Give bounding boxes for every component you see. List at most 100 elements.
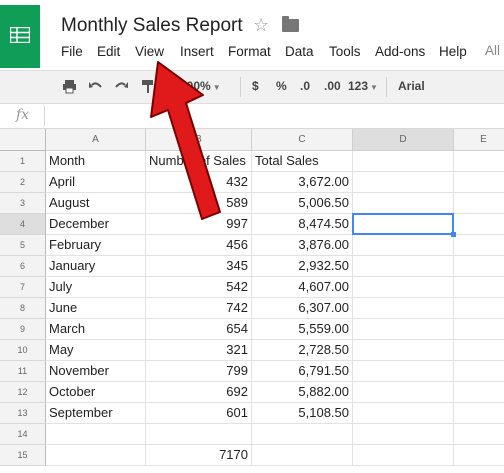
cell-d7[interactable]: [353, 277, 454, 298]
cell-b3[interactable]: 589: [146, 193, 252, 214]
redo-icon[interactable]: [114, 79, 129, 94]
cell-c1[interactable]: Total Sales: [252, 151, 353, 172]
cell-b7[interactable]: 542: [146, 277, 252, 298]
row-header-4[interactable]: 4: [0, 214, 46, 235]
cell-a11[interactable]: November: [46, 361, 146, 382]
row-header-7[interactable]: 7: [0, 277, 46, 298]
column-header-c[interactable]: C: [252, 129, 353, 151]
paint-format-icon[interactable]: [140, 79, 155, 94]
cell-e1[interactable]: [454, 151, 504, 172]
menu-data[interactable]: Data: [284, 43, 315, 61]
font-select[interactable]: Arial: [398, 79, 425, 93]
zoom-select[interactable]: 100% ▼: [180, 79, 221, 95]
cell-d6[interactable]: [353, 256, 454, 277]
cell-b6[interactable]: 345: [146, 256, 252, 277]
cell-b5[interactable]: 456: [146, 235, 252, 256]
row-header-6[interactable]: 6: [0, 256, 46, 277]
row-header-10[interactable]: 10: [0, 340, 46, 361]
menu-edit[interactable]: Edit: [96, 43, 121, 61]
menu-format[interactable]: Format: [227, 43, 272, 61]
fill-handle[interactable]: [451, 232, 456, 237]
menu-help[interactable]: Help: [438, 43, 468, 61]
cell-d10[interactable]: [353, 340, 454, 361]
cell-b1[interactable]: Number of Sales: [146, 151, 252, 172]
cell-c6[interactable]: 2,932.50: [252, 256, 353, 277]
cell-c5[interactable]: 3,876.00: [252, 235, 353, 256]
cell-c15[interactable]: [252, 445, 353, 466]
cell-a13[interactable]: September: [46, 403, 146, 424]
cell-a2[interactable]: April: [46, 172, 146, 193]
row-header-13[interactable]: 13: [0, 403, 46, 424]
row-header-8[interactable]: 8: [0, 298, 46, 319]
cell-e7[interactable]: [454, 277, 504, 298]
cell-e4[interactable]: [454, 214, 504, 235]
cell-d15[interactable]: [353, 445, 454, 466]
menu-addons[interactable]: Add-ons: [374, 43, 426, 61]
row-header-12[interactable]: 12: [0, 382, 46, 403]
select-all-corner[interactable]: [0, 129, 46, 151]
column-header-a[interactable]: A: [46, 129, 146, 151]
cell-c12[interactable]: 5,882.00: [252, 382, 353, 403]
cell-d3[interactable]: [353, 193, 454, 214]
cell-e15[interactable]: [454, 445, 504, 466]
cell-e12[interactable]: [454, 382, 504, 403]
cell-a12[interactable]: October: [46, 382, 146, 403]
column-header-b[interactable]: B: [146, 129, 252, 151]
cell-a15[interactable]: [46, 445, 146, 466]
cell-c4[interactable]: 8,474.50: [252, 214, 353, 235]
cell-e10[interactable]: [454, 340, 504, 361]
menu-insert[interactable]: Insert: [179, 43, 215, 61]
cell-d14[interactable]: [353, 424, 454, 445]
increase-decimal-button[interactable]: .00: [324, 79, 341, 93]
row-header-5[interactable]: 5: [0, 235, 46, 256]
cell-d11[interactable]: [353, 361, 454, 382]
cell-e5[interactable]: [454, 235, 504, 256]
menu-file[interactable]: File: [60, 43, 84, 61]
cell-d8[interactable]: [353, 298, 454, 319]
cell-b8[interactable]: 742: [146, 298, 252, 319]
cell-c3[interactable]: 5,006.50: [252, 193, 353, 214]
cell-e11[interactable]: [454, 361, 504, 382]
cell-c7[interactable]: 4,607.00: [252, 277, 353, 298]
cell-a1[interactable]: Month: [46, 151, 146, 172]
menu-view[interactable]: View: [134, 43, 165, 61]
menu-tools[interactable]: Tools: [328, 43, 362, 61]
folder-icon[interactable]: [282, 16, 299, 32]
row-header-11[interactable]: 11: [0, 361, 46, 382]
column-header-d[interactable]: D: [353, 129, 454, 151]
star-icon[interactable]: ☆: [253, 15, 269, 35]
row-header-1[interactable]: 1: [0, 151, 46, 172]
cell-b13[interactable]: 601: [146, 403, 252, 424]
decrease-decimal-button[interactable]: .0: [300, 79, 310, 93]
cell-a9[interactable]: March: [46, 319, 146, 340]
cell-e9[interactable]: [454, 319, 504, 340]
cell-d5[interactable]: [353, 235, 454, 256]
cell-b14[interactable]: [146, 424, 252, 445]
cell-c2[interactable]: 3,672.00: [252, 172, 353, 193]
more-formats-button[interactable]: 123 ▼: [348, 79, 378, 95]
cell-b15[interactable]: 7170: [146, 445, 252, 466]
cell-b4[interactable]: 997: [146, 214, 252, 235]
cell-a3[interactable]: August: [46, 193, 146, 214]
cell-d13[interactable]: [353, 403, 454, 424]
percent-button[interactable]: %: [276, 79, 287, 93]
cell-b10[interactable]: 321: [146, 340, 252, 361]
cell-d12[interactable]: [353, 382, 454, 403]
sheets-logo[interactable]: [0, 5, 40, 68]
cell-e13[interactable]: [454, 403, 504, 424]
menu-truncated[interactable]: All: [485, 43, 500, 58]
print-icon[interactable]: [62, 79, 77, 94]
row-header-15[interactable]: 15: [0, 445, 46, 466]
document-title[interactable]: Monthly Sales Report: [61, 15, 243, 37]
cell-a4[interactable]: December: [46, 214, 146, 235]
cell-a8[interactable]: June: [46, 298, 146, 319]
cell-e14[interactable]: [454, 424, 504, 445]
cell-e3[interactable]: [454, 193, 504, 214]
cell-d9[interactable]: [353, 319, 454, 340]
cell-b9[interactable]: 654: [146, 319, 252, 340]
cell-a14[interactable]: [46, 424, 146, 445]
row-header-9[interactable]: 9: [0, 319, 46, 340]
cell-a7[interactable]: July: [46, 277, 146, 298]
row-header-3[interactable]: 3: [0, 193, 46, 214]
undo-icon[interactable]: [88, 79, 103, 94]
